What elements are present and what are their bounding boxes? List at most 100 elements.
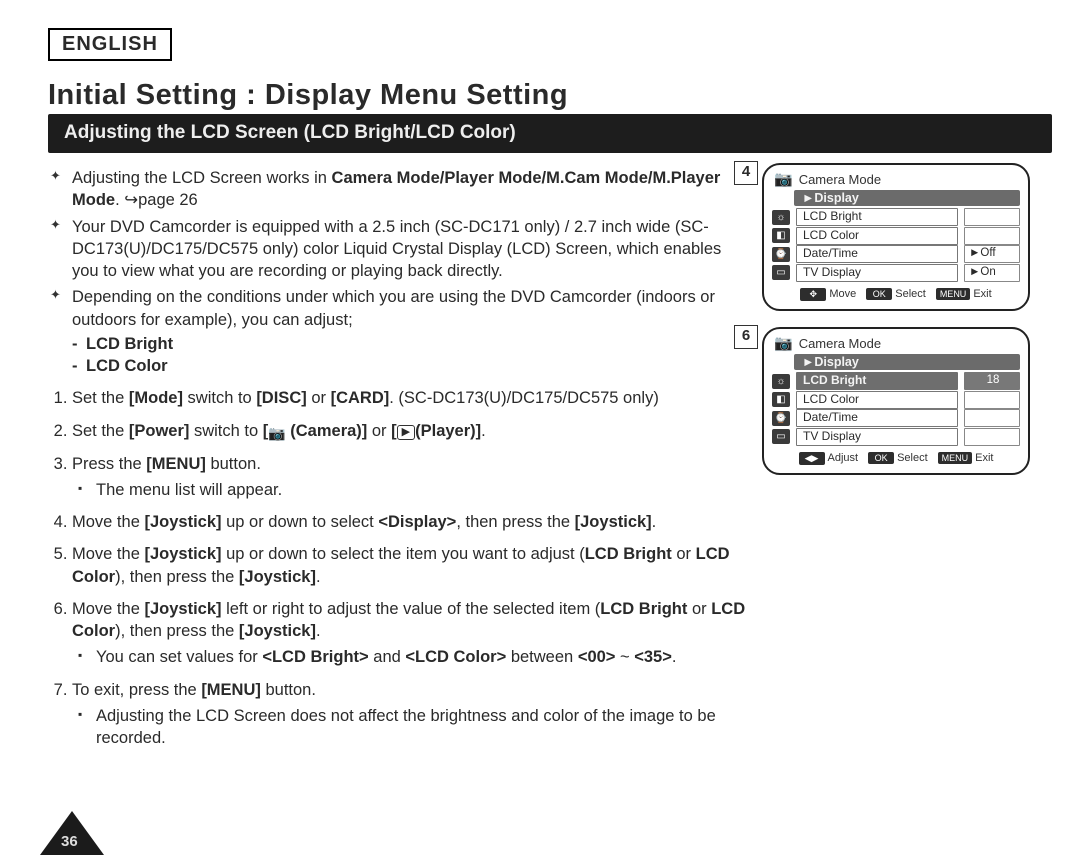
step-sub-list: You can set values for <LCD Bright> and …	[72, 646, 750, 668]
text-bold: [CARD]	[331, 389, 390, 407]
text: .	[672, 648, 677, 666]
camera-icon: 📷	[268, 424, 285, 443]
lcd-hint: MENUExit	[936, 288, 992, 301]
menu-row-icon: ◧	[772, 392, 790, 407]
menu-row-label: LCD Color	[796, 227, 958, 245]
text-bold: LCD Bright	[585, 545, 672, 563]
lcd-mode-label: Camera Mode	[799, 172, 881, 187]
step-sub-list: Adjusting the LCD Screen does not affect…	[72, 705, 750, 750]
text-bold: [Joystick]	[144, 513, 221, 531]
step-sub-item: The menu list will appear.	[78, 479, 750, 501]
menu-row-icon: ⌚	[772, 247, 790, 262]
text: . (SC-DC173(U)/DC175/DC575 only)	[389, 389, 659, 407]
step-item: Set the [Power] switch to [📷 (Camera)] o…	[72, 420, 750, 443]
text: button.	[206, 455, 261, 473]
text: or	[672, 545, 696, 563]
page-number: 36	[61, 833, 78, 850]
step-item: Set the [Mode] switch to [DISC] or [CARD…	[72, 387, 750, 409]
menu-row-value	[964, 409, 1020, 427]
hint-text: Select	[897, 452, 928, 464]
lcd-hint: MENUExit	[938, 452, 994, 465]
lcd-mode-title: 📷 Camera Mode	[770, 335, 1022, 354]
lcd-panels-column: 4 📷 Camera Mode ►Display ☼LCD Bright ◧LC…	[762, 163, 1052, 491]
text: Press the	[72, 455, 146, 473]
intro-item: Adjusting the LCD Screen works in Camera…	[50, 167, 750, 212]
lcd-hint: OKSelect	[868, 452, 928, 465]
text-bold: [MENU]	[146, 455, 206, 473]
menu-row-icon: ▭	[772, 265, 790, 280]
lcd-footer-hints: ◀▶Adjust OKSelect MENUExit	[770, 452, 1022, 465]
step-item: Move the [Joystick] up or down to select…	[72, 511, 750, 533]
intro-item: Your DVD Camcorder is equipped with a 2.…	[50, 216, 750, 283]
hint-text: Exit	[975, 452, 993, 464]
lcd-menu-row: ⌚Date/Time►Off	[770, 245, 1022, 264]
hint-text: Exit	[973, 288, 991, 300]
text: .	[481, 422, 486, 440]
main-text-column: Adjusting the LCD Screen works in Camera…	[48, 163, 750, 759]
text: Move the	[72, 545, 144, 563]
text-bold: [MENU]	[201, 681, 261, 699]
text: and	[369, 648, 406, 666]
menu-row-value: ►On	[964, 264, 1020, 282]
lcd-footer-hints: ✥Move OKSelect MENUExit	[770, 288, 1022, 301]
lcd-menu-row: ⌚ Date/Time	[770, 409, 1022, 428]
text: . ↪page 26	[115, 191, 198, 209]
text: or	[367, 422, 391, 440]
step-sub-list: The menu list will appear.	[72, 479, 750, 501]
intro-sub-item: LCD Color	[72, 355, 750, 377]
menu-row-icon: ◧	[772, 228, 790, 243]
text: .	[316, 568, 321, 586]
menu-row-label: LCD Bright	[796, 372, 958, 390]
player-icon: ▶	[397, 425, 415, 440]
lcd-menu-list: ☼LCD Bright18 ◧LCD Color ⌚Date/Time ▭TV …	[770, 372, 1022, 446]
text: up or down to select the item you want t…	[222, 545, 585, 563]
menu-row-value	[964, 428, 1020, 446]
text: or	[687, 600, 711, 618]
text: Set the	[72, 422, 129, 440]
text: Adjusting the LCD Screen works in	[72, 169, 332, 187]
lcd-panel-step-4: 4 📷 Camera Mode ►Display ☼LCD Bright ◧LC…	[762, 163, 1052, 311]
camcorder-icon: 📷	[774, 336, 793, 351]
text-bold: [Joystick]	[575, 513, 652, 531]
key-icon: MENU	[936, 288, 971, 300]
text: switch to	[183, 389, 256, 407]
step-sub-item: You can set values for <LCD Bright> and …	[78, 646, 750, 668]
text: ), then press the	[115, 622, 239, 640]
menu-row-value	[964, 208, 1020, 226]
text: ~	[615, 648, 634, 666]
menu-row-icon: ⌚	[772, 411, 790, 426]
language-box: ENGLISH	[48, 28, 172, 61]
menu-row-value: ►Off	[964, 245, 1020, 263]
menu-row-label: TV Display	[796, 428, 958, 446]
key-icon: OK	[866, 288, 892, 300]
lcd-menu-row-selected: ☼LCD Bright18	[770, 372, 1022, 391]
menu-row-icon: ▭	[772, 429, 790, 444]
menu-row-label: Date/Time	[796, 409, 958, 427]
steps-list: Set the [Mode] switch to [DISC] or [CARD…	[48, 387, 750, 749]
text: up or down to select	[222, 513, 379, 531]
lcd-menu-row: ▭ TV Display ►On	[770, 264, 1022, 283]
step-number-badge: 6	[734, 325, 758, 349]
step-item: To exit, press the [MENU] button. Adjust…	[72, 679, 750, 750]
text-bold: [Mode]	[129, 389, 183, 407]
lcd-menu-row: ☼LCD Bright	[770, 208, 1022, 227]
lcd-menu-row: ◧ LCD Color	[770, 227, 1022, 246]
step-sub-item: Adjusting the LCD Screen does not affect…	[78, 705, 750, 750]
text-bold: <Display>	[378, 513, 456, 531]
key-icon: OK	[868, 452, 894, 464]
text: .	[316, 622, 321, 640]
lcd-hint: OKSelect	[866, 288, 926, 301]
lcd-screen: 📷 Camera Mode ►Display ☼LCD Bright ◧LCD …	[762, 163, 1030, 311]
lcd-hint: ✥Move	[800, 288, 856, 301]
text-bold: [Joystick]	[144, 545, 221, 563]
hint-text: Select	[895, 288, 926, 300]
text-bold: (Player)]	[415, 422, 481, 440]
lcd-panel-step-6: 6 📷 Camera Mode ►Display ☼LCD Bright18 ◧…	[762, 327, 1052, 475]
text-bold: [	[391, 422, 397, 440]
page-title: Initial Setting : Display Menu Setting	[48, 79, 1052, 112]
lcd-screen: 📷 Camera Mode ►Display ☼LCD Bright18 ◧LC…	[762, 327, 1030, 475]
page-number-triangle: 36	[40, 811, 104, 855]
menu-row-label: TV Display	[796, 264, 958, 282]
text-bold: (Camera)]	[286, 422, 368, 440]
key-icon: ✥	[800, 288, 826, 301]
